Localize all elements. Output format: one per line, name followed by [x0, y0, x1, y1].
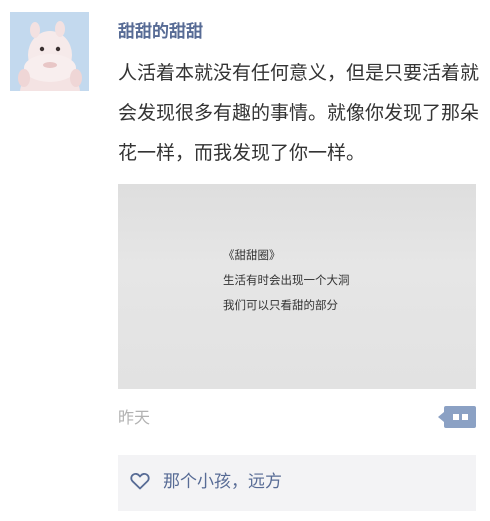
liker-names[interactable]: 那个小孩，远方 [163, 470, 282, 494]
post-image[interactable]: 《甜甜圈》 生活有时会出现一个大洞 我们可以只看甜的部分 [118, 184, 476, 389]
post-author-name[interactable]: 甜甜的甜甜 [118, 20, 203, 44]
heart-icon [130, 472, 150, 490]
plush-toy-image [10, 12, 89, 91]
comment-dots-icon [462, 414, 468, 420]
likes-panel: 那个小孩，远方 [118, 455, 476, 511]
comment-button[interactable] [438, 406, 476, 428]
image-text-line: 生活有时会出现一个大洞 [223, 273, 350, 287]
comment-dots-icon [453, 414, 459, 420]
post-timestamp: 昨天 [118, 408, 151, 427]
avatar[interactable] [10, 12, 89, 91]
image-text-line: 我们可以只看甜的部分 [223, 298, 338, 312]
post-text: 人活着本就没有任何意义，但是只要活着就会发现很多有趣的事情。就像你发现了那朵花一… [118, 62, 480, 164]
image-text-title: 《甜甜圈》 [223, 248, 281, 262]
